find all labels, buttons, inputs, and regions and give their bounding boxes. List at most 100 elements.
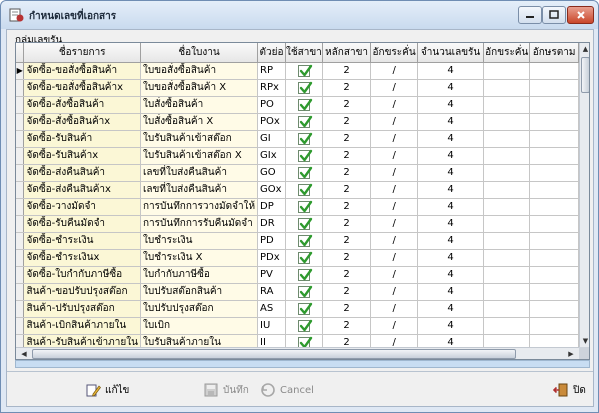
cell-item-name[interactable]: สินค้า-เบิกสินค้าภายใน bbox=[23, 317, 141, 335]
cell-separator-2[interactable] bbox=[483, 113, 531, 131]
checkbox-checked-icon[interactable] bbox=[297, 200, 313, 213]
cell-separator-2[interactable] bbox=[483, 317, 531, 335]
vertical-scrollbar[interactable]: ▲ ▼ bbox=[579, 43, 589, 347]
cell-use-branch[interactable] bbox=[285, 317, 323, 335]
cell-branch-digits[interactable]: 2 bbox=[322, 283, 372, 301]
cell-branch-digits[interactable]: 2 bbox=[322, 300, 372, 318]
scroll-down-arrow-icon[interactable]: ▼ bbox=[580, 335, 589, 347]
cell-code[interactable]: PV bbox=[257, 266, 286, 284]
table-row[interactable]: จัดซื้อ-รับคืนมัดจำ การบันทึกการรับคืนมัด… bbox=[16, 215, 579, 233]
cell-code[interactable]: GOx bbox=[257, 181, 286, 199]
cell-use-branch[interactable] bbox=[285, 164, 323, 182]
cell-code[interactable]: PD bbox=[257, 232, 286, 250]
scroll-left-arrow-icon[interactable]: ◀ bbox=[18, 348, 30, 359]
cell-doc-name[interactable]: การบันทึกการรับคืนมัดจำ bbox=[140, 215, 259, 233]
header-branch-digits[interactable]: หลักสาขา bbox=[322, 43, 372, 63]
cell-use-branch[interactable] bbox=[285, 198, 323, 216]
cell-separator-2[interactable] bbox=[483, 147, 531, 165]
cell-separator[interactable]: / bbox=[370, 198, 418, 216]
cancel-button[interactable]: Cancel bbox=[260, 380, 314, 400]
cell-item-name[interactable]: จัดซื้อ-ส่งคืนสินค้า bbox=[23, 164, 141, 182]
cell-run-count[interactable]: 4 bbox=[417, 232, 485, 250]
cell-run-count[interactable]: 4 bbox=[417, 266, 485, 284]
cell-branch-digits[interactable]: 2 bbox=[322, 232, 372, 250]
cell-run-count[interactable]: 4 bbox=[417, 334, 485, 347]
cell-suffix[interactable] bbox=[529, 181, 579, 199]
table-row[interactable]: จัดซื้อ-ชำระเงิน ใบชำระเงิน PD 2/4 bbox=[16, 232, 579, 250]
cell-suffix[interactable] bbox=[529, 317, 579, 335]
cell-use-branch[interactable] bbox=[285, 300, 323, 318]
cell-doc-name[interactable]: ใบสั่งซื้อสินค้า bbox=[140, 96, 259, 114]
cell-code[interactable]: GI bbox=[257, 130, 286, 148]
cell-doc-name[interactable]: ใบขอสั่งซื้อสินค้า bbox=[140, 62, 259, 80]
cell-item-name[interactable]: จัดซื้อ-สั่งซื้อสินค้า bbox=[23, 96, 141, 114]
header-suffix[interactable]: อักษรตาม bbox=[529, 43, 579, 63]
cell-separator[interactable]: / bbox=[370, 164, 418, 182]
minimize-button[interactable] bbox=[518, 6, 542, 24]
cell-branch-digits[interactable]: 2 bbox=[322, 79, 372, 97]
cell-separator-2[interactable] bbox=[483, 249, 531, 267]
table-row[interactable]: จัดซื้อ-ส่งคืนสินค้าx เลขที่ใบส่งคืนสินค้… bbox=[16, 181, 579, 199]
cell-suffix[interactable] bbox=[529, 130, 579, 148]
cell-use-branch[interactable] bbox=[285, 215, 323, 233]
cell-branch-digits[interactable]: 2 bbox=[322, 96, 372, 114]
cell-separator-2[interactable] bbox=[483, 232, 531, 250]
cell-suffix[interactable] bbox=[529, 147, 579, 165]
cell-item-name[interactable]: จัดซื้อ-ชำระเงิน bbox=[23, 232, 141, 250]
cell-separator-2[interactable] bbox=[483, 215, 531, 233]
cell-suffix[interactable] bbox=[529, 249, 579, 267]
cell-separator-2[interactable] bbox=[483, 181, 531, 199]
cell-item-name[interactable]: จัดซื้อ-ใบกำกับภาษีซื้อ bbox=[23, 266, 141, 284]
cell-run-count[interactable]: 4 bbox=[417, 113, 485, 131]
horizontal-scrollbar[interactable]: ◀ ▶ bbox=[16, 347, 579, 359]
cell-branch-digits[interactable]: 2 bbox=[322, 198, 372, 216]
cell-separator-2[interactable] bbox=[483, 164, 531, 182]
checkbox-checked-icon[interactable] bbox=[297, 98, 313, 111]
cell-branch-digits[interactable]: 2 bbox=[322, 334, 372, 347]
close-button[interactable]: ปิด bbox=[553, 380, 586, 400]
cell-separator-2[interactable] bbox=[483, 283, 531, 301]
cell-run-count[interactable]: 4 bbox=[417, 198, 485, 216]
table-row[interactable]: จัดซื้อ-ขอสั่งซื้อสินค้าx ใบขอสั่งซื้อสิน… bbox=[16, 79, 579, 97]
cell-suffix[interactable] bbox=[529, 62, 579, 80]
cell-suffix[interactable] bbox=[529, 232, 579, 250]
cell-code[interactable]: POx bbox=[257, 113, 286, 131]
cell-code[interactable]: PO bbox=[257, 96, 286, 114]
cell-use-branch[interactable] bbox=[285, 249, 323, 267]
checkbox-checked-icon[interactable] bbox=[297, 81, 313, 94]
cell-code[interactable]: GO bbox=[257, 164, 286, 182]
cell-use-branch[interactable] bbox=[285, 147, 323, 165]
cell-item-name[interactable]: จัดซื้อ-วางมัดจำ bbox=[23, 198, 141, 216]
cell-use-branch[interactable] bbox=[285, 96, 323, 114]
table-row[interactable]: สินค้า-ปรับปรุงสต๊อก ใบปรับปรุงสต๊อก AS 2/4 bbox=[16, 300, 579, 318]
cell-separator-2[interactable] bbox=[483, 334, 531, 347]
cell-code[interactable]: II bbox=[257, 334, 286, 347]
vertical-scroll-thumb[interactable] bbox=[581, 57, 589, 93]
cell-run-count[interactable]: 4 bbox=[417, 283, 485, 301]
cell-doc-name[interactable]: ใบปรับปรุงสต๊อก bbox=[140, 300, 259, 318]
cell-item-name[interactable]: จัดซื้อ-รับสินค้าx bbox=[23, 147, 141, 165]
cell-branch-digits[interactable]: 2 bbox=[322, 181, 372, 199]
cell-doc-name[interactable]: ใบปรับสต๊อกสินค้า bbox=[140, 283, 259, 301]
cell-run-count[interactable]: 4 bbox=[417, 300, 485, 318]
cell-item-name[interactable]: จัดซื้อ-ส่งคืนสินค้าx bbox=[23, 181, 141, 199]
table-row[interactable]: จัดซื้อ-สั่งซื้อสินค้า ใบสั่งซื้อสินค้า PO… bbox=[16, 96, 579, 114]
cell-run-count[interactable]: 4 bbox=[417, 62, 485, 80]
cell-branch-digits[interactable]: 2 bbox=[322, 164, 372, 182]
header-separator[interactable]: อักขระคั่น bbox=[370, 43, 418, 63]
cell-doc-name[interactable]: ใบสั่งซื้อสินค้า X bbox=[140, 113, 259, 131]
cell-separator[interactable]: / bbox=[370, 147, 418, 165]
cell-doc-name[interactable]: ใบรับสินค้าเข้าสต๊อก bbox=[140, 130, 259, 148]
cell-suffix[interactable] bbox=[529, 96, 579, 114]
cell-run-count[interactable]: 4 bbox=[417, 164, 485, 182]
cell-separator[interactable]: / bbox=[370, 62, 418, 80]
save-button[interactable]: บันทึก bbox=[203, 380, 249, 400]
cell-branch-digits[interactable]: 2 bbox=[322, 62, 372, 80]
checkbox-checked-icon[interactable] bbox=[297, 149, 313, 162]
cell-code[interactable]: AS bbox=[257, 300, 286, 318]
table-row[interactable]: จัดซื้อ-ส่งคืนสินค้า เลขที่ใบส่งคืนสินค้า… bbox=[16, 164, 579, 182]
cell-doc-name[interactable]: การบันทึกการวางมัดจำให้ bbox=[140, 198, 259, 216]
table-row[interactable]: จัดซื้อ-สั่งซื้อสินค้าx ใบสั่งซื้อสินค้า … bbox=[16, 113, 579, 131]
table-row[interactable]: ▶ จัดซื้อ-ขอสั่งซื้อสินค้า ใบขอสั่งซื้อสิน… bbox=[16, 62, 579, 80]
cell-item-name[interactable]: จัดซื้อ-รับคืนมัดจำ bbox=[23, 215, 141, 233]
